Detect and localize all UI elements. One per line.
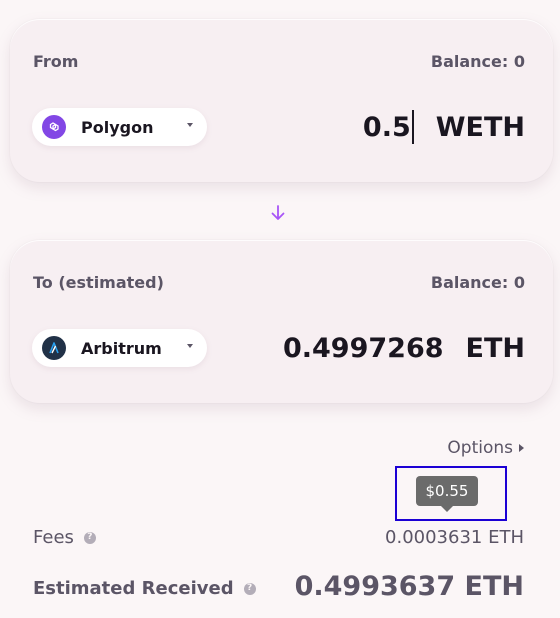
to-amount-row: 0.4997268 ETH [283, 329, 525, 367]
from-balance: Balance: 0 [430, 52, 525, 71]
to-balance: Balance: 0 [430, 273, 525, 292]
to-label: To (estimated) [33, 273, 164, 292]
options-toggle[interactable]: Options [447, 438, 524, 458]
tooltip-text: $0.55 [425, 482, 469, 500]
from-chain-name: Polygon [81, 117, 154, 137]
chevron-down-icon [187, 344, 193, 348]
arrow-down-icon[interactable] [268, 203, 288, 223]
from-label: From [33, 52, 79, 71]
from-card: From Balance: 0 Polygon WETH [10, 19, 553, 182]
from-amount-row: WETH [360, 108, 525, 146]
to-token-symbol: ETH [465, 332, 525, 364]
estimated-received-value: 0.4993637 ETH [294, 571, 524, 602]
help-icon[interactable]: ? [243, 582, 256, 595]
text-caret [411, 110, 414, 144]
estimated-received-label: Estimated Received ? [33, 578, 256, 599]
to-chain-name: Arbitrum [81, 338, 162, 358]
help-icon[interactable]: ? [83, 531, 96, 544]
from-chain-selector[interactable]: Polygon [32, 108, 207, 146]
bridge-page: From Balance: 0 Polygon WETH To (estimat… [0, 0, 560, 618]
to-amount-value: 0.4997268 [282, 332, 444, 364]
chevron-down-icon [187, 123, 193, 127]
fee-tooltip: $0.55 [416, 476, 478, 512]
from-token-symbol: WETH [435, 111, 525, 143]
to-chain-selector[interactable]: Arbitrum [32, 329, 207, 367]
fees-label-text: Fees [33, 527, 74, 548]
fees-value: 0.0003631 ETH [385, 527, 524, 548]
caret-right-icon [519, 444, 524, 452]
arbitrum-icon [42, 336, 66, 360]
options-label: Options [447, 438, 513, 458]
to-card: To (estimated) Balance: 0 Arbitrum 0.499… [10, 240, 553, 403]
polygon-icon [42, 115, 66, 139]
from-amount-input[interactable] [360, 111, 411, 143]
fees-label: Fees ? [33, 527, 96, 548]
estimated-received-label-text: Estimated Received [33, 578, 234, 599]
